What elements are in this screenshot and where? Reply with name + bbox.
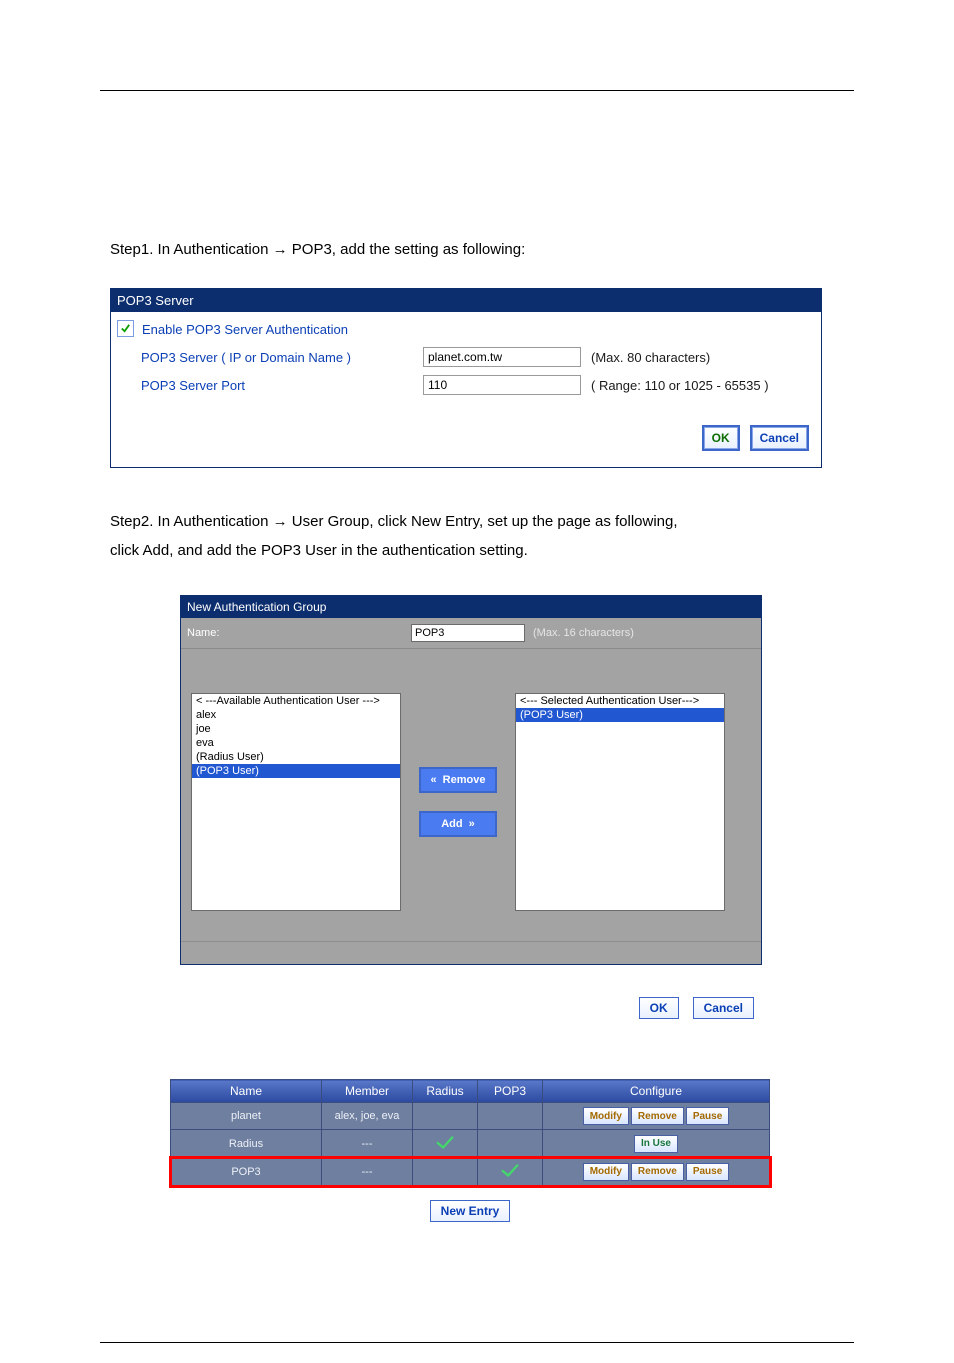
enable-label: Enable POP3 Server Authentication	[142, 322, 348, 337]
list-item[interactable]: joe	[192, 722, 400, 736]
remove-button[interactable]: Remove	[631, 1163, 684, 1181]
cell-name: POP3	[171, 1158, 322, 1186]
table-row: Radius--- In Use	[171, 1130, 770, 1158]
group-name-hint: (Max. 16 characters)	[525, 627, 634, 639]
server-port-input[interactable]	[423, 375, 581, 395]
ok-button[interactable]: OK	[702, 425, 740, 451]
list-item[interactable]: (POP3 User)	[516, 708, 724, 722]
table-row: POP3--- ModifyRemovePause	[171, 1158, 770, 1186]
list-header: < ---Available Authentication User --->	[192, 694, 400, 708]
cancel-button[interactable]: Cancel	[693, 997, 754, 1019]
cell-radius	[413, 1158, 478, 1186]
cell-member: ---	[322, 1158, 413, 1186]
server-ip-label: POP3 Server ( IP or Domain Name )	[141, 350, 423, 365]
pause-button[interactable]: Pause	[686, 1107, 729, 1125]
cell-name: planet	[171, 1103, 322, 1130]
step2-caption: Step2. In Authentication → User Group, c…	[110, 508, 954, 565]
cell-radius	[413, 1103, 478, 1130]
list-item[interactable]: (POP3 User)	[192, 764, 400, 778]
list-item[interactable]: (Radius User)	[192, 750, 400, 764]
add-button[interactable]: Add »	[419, 811, 497, 837]
server-port-hint: ( Range: 110 or 1025 - 65535 )	[583, 378, 769, 393]
header-divider	[100, 90, 854, 91]
list-item[interactable]: alex	[192, 708, 400, 722]
selected-users-listbox[interactable]: <--- Selected Authentication User--->(PO…	[515, 693, 725, 911]
th-pop3: POP3	[478, 1080, 543, 1103]
available-users-listbox[interactable]: < ---Available Authentication User --->a…	[191, 693, 401, 911]
cell-pop3	[478, 1130, 543, 1158]
check-icon	[434, 1134, 456, 1150]
th-conf: Configure	[543, 1080, 770, 1103]
cell-member: alex, joe, eva	[322, 1103, 413, 1130]
footer-divider	[100, 1342, 854, 1343]
list-item[interactable]: eva	[192, 736, 400, 750]
cell-member: ---	[322, 1130, 413, 1158]
enable-checkbox[interactable]	[117, 320, 134, 337]
modify-button[interactable]: Modify	[583, 1107, 629, 1125]
cell-name: Radius	[171, 1130, 322, 1158]
remove-button[interactable]: « Remove	[419, 767, 497, 793]
check-icon	[499, 1162, 521, 1178]
cell-pop3	[478, 1103, 543, 1130]
pause-button[interactable]: Pause	[686, 1163, 729, 1181]
new-auth-group-title: New Authentication Group	[181, 596, 761, 618]
arrow-right-icon: »	[469, 818, 475, 830]
th-radius: Radius	[413, 1080, 478, 1103]
th-name: Name	[171, 1080, 322, 1103]
remove-button[interactable]: Remove	[631, 1107, 684, 1125]
server-ip-input[interactable]	[423, 347, 581, 367]
th-member: Member	[322, 1080, 413, 1103]
new-entry-button[interactable]: New Entry	[430, 1200, 511, 1222]
cell-configure: ModifyRemovePause	[543, 1158, 770, 1186]
list-header: <--- Selected Authentication User--->	[516, 694, 724, 708]
table-row: planetalex, joe, eva ModifyRemovePause	[171, 1103, 770, 1130]
pop3-server-panel: POP3 Server Enable POP3 Server Authentic…	[110, 288, 822, 468]
step1-caption: Step1. In Authentication → POP3, add the…	[110, 241, 954, 258]
cell-configure: In Use	[543, 1130, 770, 1158]
cell-configure: ModifyRemovePause	[543, 1103, 770, 1130]
auth-group-table: Name Member Radius POP3 Configure planet…	[170, 1079, 770, 1186]
modify-button[interactable]: Modify	[583, 1163, 629, 1181]
group-name-input[interactable]	[411, 624, 525, 642]
in-use-badge: In Use	[634, 1135, 678, 1153]
server-port-label: POP3 Server Port	[141, 378, 423, 393]
arrow-left-icon: «	[431, 774, 437, 786]
pop3-server-title: POP3 Server	[111, 289, 821, 312]
new-auth-group-panel: New Authentication Group Name: (Max. 16 …	[180, 595, 762, 965]
cell-radius	[413, 1130, 478, 1158]
check-icon	[120, 323, 131, 334]
cell-pop3	[478, 1158, 543, 1186]
server-ip-hint: (Max. 80 characters)	[583, 350, 710, 365]
ok-button[interactable]: OK	[639, 997, 679, 1019]
group-name-label: Name:	[187, 627, 411, 639]
cancel-button[interactable]: Cancel	[750, 425, 809, 451]
